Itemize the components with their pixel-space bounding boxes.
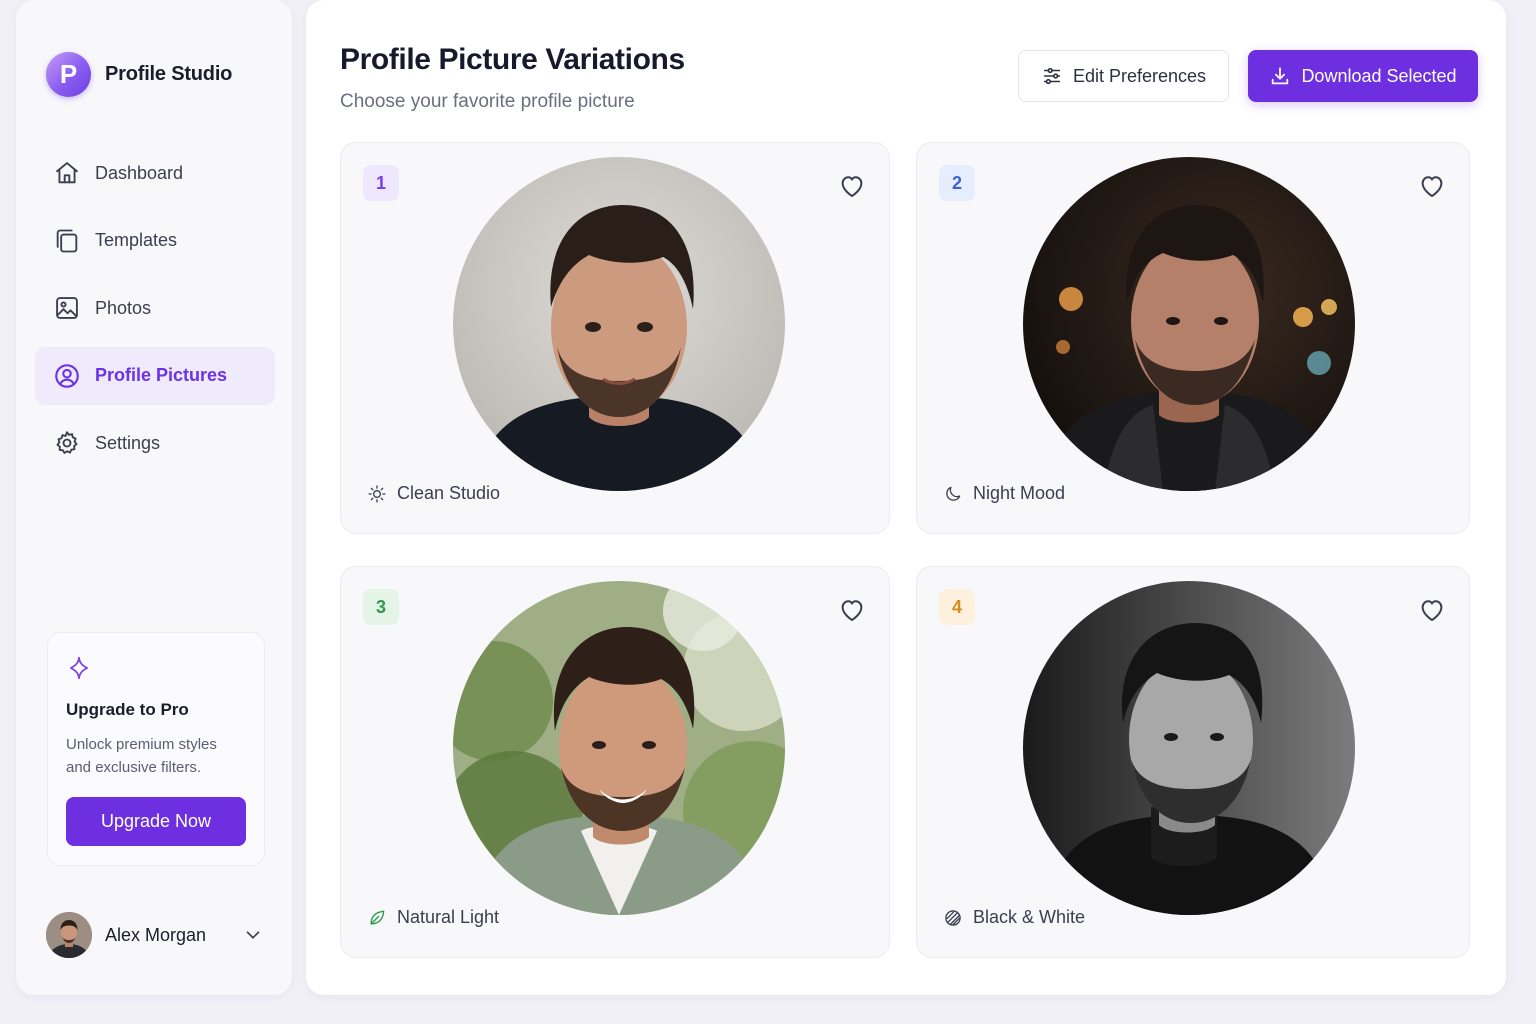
variation-card-3[interactable]: 3 Natural Light	[340, 566, 890, 958]
upgrade-title: Upgrade to Pro	[66, 700, 189, 719]
gear-icon	[56, 431, 78, 454]
contrast-icon	[945, 909, 961, 926]
sidebar-item-label: Templates	[95, 230, 178, 250]
templates-icon	[56, 229, 78, 252]
download-icon	[1272, 67, 1289, 85]
user-name: Alex Morgan	[105, 924, 207, 945]
heart-icon[interactable]	[837, 171, 867, 201]
upgrade-card: Upgrade to Pro Unlock premium styles and…	[47, 632, 265, 866]
variation-label: Clean Studio	[367, 483, 500, 504]
variation-card-2[interactable]: 2 Night Mood	[916, 142, 1470, 534]
chevron-down-icon[interactable]	[242, 924, 264, 946]
sidebar-item-label: Profile Pictures	[95, 365, 228, 385]
sliders-icon	[1043, 67, 1061, 85]
heart-icon[interactable]	[837, 595, 867, 625]
page-title: Profile Picture Variations	[340, 43, 685, 76]
sidebar-nav: Dashboard Templates Photos Profile Pictu…	[35, 144, 275, 482]
brand-logo: P	[46, 52, 91, 97]
variation-label-text: Night Mood	[973, 483, 1066, 503]
variation-label: Natural Light	[367, 907, 499, 928]
variation-label-text: Black & White	[973, 907, 1086, 927]
home-icon	[56, 162, 78, 184]
variation-number-badge: 4	[939, 589, 975, 625]
sidebar-item-label: Settings	[95, 432, 161, 453]
brand[interactable]: P Profile Studio	[46, 52, 232, 97]
sidebar-item-label: Dashboard	[95, 162, 184, 183]
sidebar-item-profile-pictures[interactable]: Profile Pictures	[35, 346, 275, 405]
heart-icon[interactable]	[1417, 595, 1447, 625]
variation-number-badge: 2	[939, 165, 975, 201]
sidebar-item-dashboard[interactable]: Dashboard	[35, 144, 275, 202]
variation-number-badge: 3	[363, 589, 399, 625]
sidebar: P Profile Studio Dashboard Templates Pho…	[16, 0, 292, 995]
image-icon	[56, 297, 78, 319]
sidebar-item-photos[interactable]: Photos	[35, 279, 275, 337]
brand-name: Profile Studio	[105, 63, 233, 85]
upgrade-now-button[interactable]: Upgrade Now	[66, 797, 246, 846]
user-circle-icon	[55, 363, 79, 388]
variation-card-4[interactable]: 4 Black & White	[916, 566, 1470, 958]
variation-number-badge: 1	[363, 165, 399, 201]
download-selected-button[interactable]: Download Selected	[1248, 50, 1478, 102]
variation-label: Black & White	[943, 907, 1085, 928]
portrait-image	[453, 157, 785, 491]
portrait-image	[453, 581, 785, 915]
sidebar-item-settings[interactable]: Settings	[35, 414, 275, 472]
variation-label: Night Mood	[943, 483, 1065, 504]
avatar	[46, 912, 92, 958]
sun-icon	[368, 484, 386, 503]
upgrade-description: Unlock premium styles and exclusive filt…	[66, 736, 217, 776]
sidebar-item-label: Photos	[95, 297, 152, 318]
download-selected-label: Download Selected	[1301, 65, 1457, 86]
heart-icon[interactable]	[1417, 171, 1447, 201]
edit-preferences-button[interactable]: Edit Preferences	[1018, 50, 1229, 102]
variation-card-1[interactable]: 1 Clean Studio	[340, 142, 890, 534]
sidebar-item-templates[interactable]: Templates	[35, 212, 275, 270]
variation-label-text: Natural Light	[397, 907, 500, 927]
portrait-image	[1023, 157, 1355, 491]
portrait-image	[1023, 581, 1355, 915]
edit-preferences-label: Edit Preferences	[1072, 65, 1207, 86]
page-subtitle: Choose your favorite profile picture	[340, 91, 635, 112]
leaf-icon	[370, 910, 385, 925]
sparkle-icon	[70, 656, 88, 680]
main-panel: Profile Picture Variations Choose your f…	[306, 0, 1506, 995]
variation-label-text: Clean Studio	[397, 483, 501, 503]
user-menu[interactable]: Alex Morgan	[46, 912, 264, 958]
moon-icon	[946, 486, 961, 501]
